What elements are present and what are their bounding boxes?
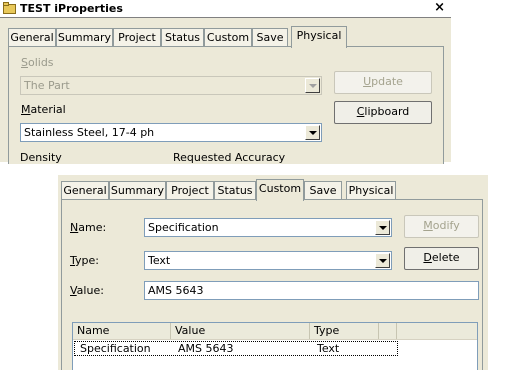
material-value: Stainless Steel, 17-4 ph — [24, 126, 155, 139]
row-type-cell: Text — [317, 342, 340, 355]
density-label: Density — [20, 151, 62, 164]
requested-accuracy-label: Requested Accuracy — [173, 151, 286, 164]
column-header-extra[interactable] — [379, 323, 397, 339]
table-row[interactable]: Specification AMS 5643 Text — [74, 341, 398, 356]
window-title: TEST iProperties — [20, 2, 123, 15]
tab-project[interactable]: Project — [166, 181, 214, 199]
value-field[interactable]: AMS 5643 — [144, 281, 479, 300]
delete-button[interactable]: Delete — [404, 247, 479, 270]
tab-general[interactable]: General — [61, 181, 109, 199]
column-header-type[interactable]: Type — [310, 323, 379, 339]
title-bar: TEST iProperties × — [0, 0, 451, 18]
chevron-down-icon[interactable] — [305, 125, 320, 140]
clipboard-button[interactable]: Clipboard — [334, 101, 432, 124]
value-label: Value: — [70, 284, 104, 297]
tab-custom[interactable]: Custom — [204, 28, 252, 46]
custom-properties-list[interactable]: Name Value Type Specification AMS 5643 T… — [72, 322, 478, 370]
tab-strip: General Summary Project Status Custom Sa… — [8, 26, 448, 48]
name-label: Name: — [70, 221, 107, 234]
tab-save[interactable]: Save — [304, 181, 342, 199]
tab-summary[interactable]: Summary — [56, 28, 113, 46]
type-label: Type: — [70, 254, 99, 267]
material-label: Material — [21, 103, 66, 116]
tab-project[interactable]: Project — [113, 28, 161, 46]
tab-save[interactable]: Save — [252, 28, 288, 46]
solids-label: Solids — [21, 56, 54, 69]
type-dropdown[interactable]: Text — [144, 251, 392, 270]
type-value: Text — [148, 254, 171, 267]
name-value: Specification — [148, 221, 219, 234]
tab-strip: General Summary Project Status Custom Sa… — [61, 179, 481, 201]
name-dropdown[interactable]: Specification — [144, 218, 392, 237]
material-dropdown[interactable]: Stainless Steel, 17-4 ph — [20, 123, 322, 142]
tab-physical[interactable]: Physical — [346, 181, 396, 199]
column-header-value[interactable]: Value — [171, 323, 310, 339]
update-button[interactable]: Update — [334, 71, 432, 94]
column-header-name[interactable]: Name — [73, 323, 171, 339]
chevron-down-icon[interactable] — [375, 253, 390, 268]
close-icon[interactable]: × — [434, 0, 445, 16]
tab-summary[interactable]: Summary — [109, 181, 166, 199]
chevron-down-icon[interactable] — [375, 220, 390, 235]
folder-icon — [3, 2, 16, 14]
value-text: AMS 5643 — [148, 284, 204, 297]
row-name-cell: Specification — [80, 342, 151, 355]
tab-status[interactable]: Status — [161, 28, 204, 46]
tab-custom[interactable]: Custom — [256, 179, 304, 201]
tab-status[interactable]: Status — [214, 181, 256, 199]
row-value-cell: AMS 5643 — [178, 342, 234, 355]
iproperties-dialog-custom: General Summary Project Status Custom Sa… — [58, 175, 488, 370]
solids-dropdown[interactable]: The Part — [20, 76, 322, 95]
tab-general[interactable]: General — [8, 28, 56, 46]
tab-physical[interactable]: Physical — [291, 26, 347, 48]
iproperties-dialog-physical: TEST iProperties × General Summary Proje… — [0, 0, 451, 164]
solids-value: The Part — [24, 79, 70, 92]
modify-button[interactable]: Modify — [404, 215, 479, 238]
list-header: Name Value Type — [73, 323, 477, 340]
chevron-down-icon[interactable] — [305, 78, 320, 93]
